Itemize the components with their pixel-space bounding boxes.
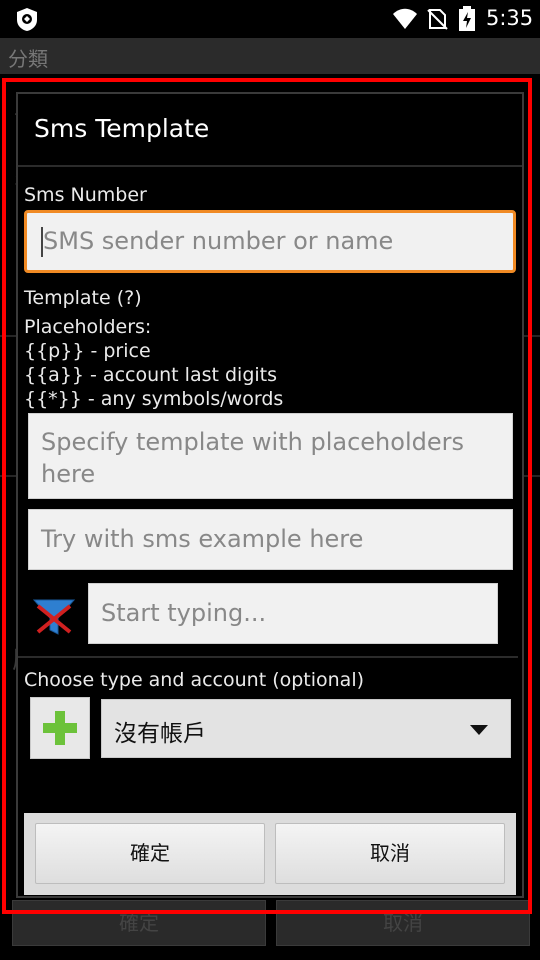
template-input[interactable]: Specify template with placeholders here bbox=[28, 413, 513, 499]
background-cancel-button: 取消 bbox=[276, 900, 530, 946]
battery-charging-icon bbox=[459, 6, 475, 31]
template-help-line: {{*}} - any symbols/words bbox=[24, 388, 284, 410]
account-select-value: 沒有帳戶 bbox=[114, 721, 206, 747]
add-account-button[interactable] bbox=[30, 697, 90, 759]
template-help-line: {{p}} - price bbox=[24, 340, 151, 362]
sms-example-input[interactable]: Try with sms example here bbox=[28, 509, 513, 570]
category-search-input[interactable]: Start typing... bbox=[88, 583, 498, 644]
dropdown-arrow-icon bbox=[470, 725, 488, 735]
template-help-title[interactable]: Template (?) bbox=[24, 286, 283, 310]
template-input-placeholder: Specify template with placeholders here bbox=[41, 428, 464, 488]
choose-type-account-label: Choose type and account (optional) bbox=[24, 669, 365, 691]
sms-number-placeholder: SMS sender number or name bbox=[43, 227, 394, 255]
dialog-title: Sms Template bbox=[34, 114, 210, 143]
sms-example-placeholder: Try with sms example here bbox=[41, 525, 364, 553]
background-header-title: 分類 bbox=[8, 47, 48, 71]
app-shield-icon bbox=[17, 8, 37, 31]
template-help-line: Placeholders: bbox=[24, 316, 152, 338]
ok-button[interactable]: 確定 bbox=[35, 823, 265, 884]
title-divider bbox=[18, 165, 522, 167]
plus-icon bbox=[43, 711, 77, 745]
status-clock: 5:35 bbox=[486, 6, 534, 30]
account-select[interactable]: 沒有帳戶 bbox=[101, 699, 511, 758]
sms-number-label: Sms Number bbox=[24, 184, 147, 206]
section-divider bbox=[18, 656, 518, 658]
status-bar: 5:35 bbox=[0, 0, 540, 38]
template-help-line: {{a}} - account last digits bbox=[24, 364, 278, 386]
cancel-button[interactable]: 取消 bbox=[275, 823, 505, 884]
no-sim-icon bbox=[427, 9, 448, 30]
wifi-icon bbox=[393, 8, 417, 29]
category-search-placeholder: Start typing... bbox=[101, 599, 267, 627]
sms-number-input[interactable]: SMS sender number or name bbox=[24, 210, 516, 273]
dialog-button-bar: 確定 取消 bbox=[24, 813, 516, 895]
filter-icon[interactable] bbox=[30, 592, 78, 640]
text-cursor bbox=[41, 227, 43, 257]
background-header: 分類 bbox=[0, 38, 540, 74]
background-ok-button: 確定 bbox=[12, 900, 266, 946]
template-help: Template (?) Placeholders: {{p}} - price… bbox=[24, 286, 283, 411]
